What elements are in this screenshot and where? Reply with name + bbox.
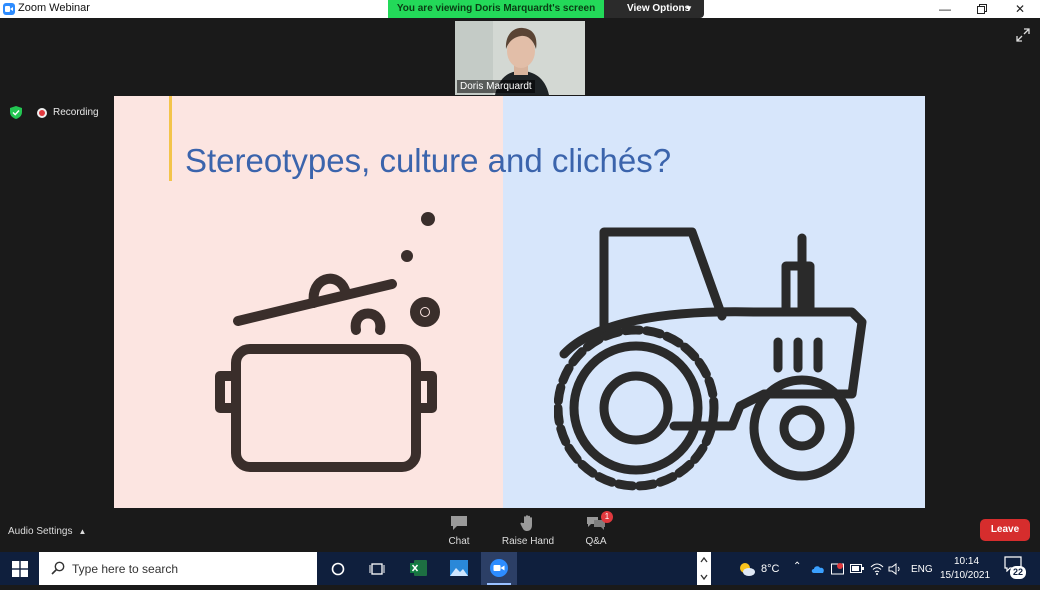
- battery-icon[interactable]: [850, 564, 864, 573]
- raise-hand-icon: [520, 515, 532, 531]
- view-options-button[interactable]: View Options ▼: [604, 0, 704, 18]
- shared-screen-slide: Stereotypes, culture and clichés?: [114, 96, 925, 508]
- recording-indicator-icon: [37, 108, 47, 118]
- chevron-up-icon: ▲: [78, 527, 87, 536]
- recording-label: Recording: [53, 107, 99, 118]
- qa-button[interactable]: Q&A 1: [566, 511, 626, 550]
- photos-icon: [450, 560, 468, 576]
- search-placeholder: Type here to search: [72, 562, 179, 576]
- chevron-up-icon[interactable]: ⌃: [793, 561, 801, 572]
- volume-icon[interactable]: [888, 563, 902, 575]
- chat-icon: [451, 516, 467, 530]
- weather-icon[interactable]: [738, 561, 756, 577]
- onedrive-cloud-icon[interactable]: [811, 564, 825, 574]
- close-button[interactable]: ✕: [1000, 0, 1040, 18]
- excel-taskbar-button[interactable]: [401, 552, 437, 585]
- search-icon: [51, 561, 65, 575]
- speaker-video-thumbnail[interactable]: Doris Marquardt: [455, 21, 585, 95]
- zoom-logo-icon: [3, 3, 15, 15]
- window-title: Zoom Webinar: [18, 2, 90, 14]
- audio-settings-button[interactable]: Audio Settings ▲: [8, 526, 86, 537]
- start-button[interactable]: [0, 552, 39, 585]
- view-options-label: View Options: [627, 3, 691, 14]
- chat-label: Chat: [448, 536, 470, 547]
- slide-title: Stereotypes, culture and clichés?: [185, 142, 672, 179]
- wifi-icon[interactable]: [870, 563, 884, 575]
- excel-icon: [410, 560, 427, 576]
- cooking-pot-icon: [215, 212, 440, 472]
- raise-hand-button[interactable]: Raise Hand: [498, 514, 558, 550]
- slide-accent-bar: [169, 96, 172, 181]
- window-titlebar: Zoom Webinar You are viewing Doris Marqu…: [0, 0, 1040, 18]
- taskbar-search-box[interactable]: Type here to search: [39, 552, 317, 585]
- meeting-controls-toolbar: Audio Settings ▲ Chat Raise Hand Q&A 1 Le…: [0, 510, 1040, 552]
- clock-date[interactable]: 15/10/2021: [940, 570, 990, 581]
- chat-button[interactable]: Chat: [429, 514, 489, 550]
- restore-button[interactable]: [962, 0, 1002, 18]
- taskbar-scroll-control[interactable]: [697, 552, 711, 585]
- tractor-icon: [554, 227, 867, 491]
- leave-button[interactable]: Leave: [980, 519, 1030, 541]
- photos-taskbar-button[interactable]: [441, 552, 477, 585]
- qa-label: Q&A: [585, 536, 607, 547]
- qa-notification-badge: 1: [601, 511, 613, 523]
- task-view-icon: [369, 563, 385, 575]
- zoom-taskbar-button[interactable]: [481, 552, 517, 585]
- windows-logo-icon: [12, 561, 28, 577]
- input-language[interactable]: ENG: [911, 564, 933, 575]
- cortana-icon: [331, 562, 345, 576]
- task-view-button[interactable]: [359, 552, 395, 585]
- weather-temperature[interactable]: 8°C: [761, 563, 779, 575]
- security-shield-icon: [10, 106, 22, 119]
- raise-hand-label: Raise Hand: [501, 536, 555, 547]
- minimize-button[interactable]: —: [925, 0, 965, 18]
- security-center-icon[interactable]: [831, 562, 844, 575]
- fullscreen-icon[interactable]: [1016, 28, 1030, 42]
- audio-settings-label: Audio Settings: [8, 526, 73, 537]
- zoom-app-icon: [490, 559, 508, 577]
- clock-time[interactable]: 10:14: [954, 556, 979, 567]
- cortana-button[interactable]: [320, 552, 356, 585]
- windows-taskbar: Type here to search 8°C ⌃ ENG 10:14 15/1…: [0, 552, 1040, 585]
- viewing-screen-banner: You are viewing Doris Marquardt's screen: [388, 0, 604, 18]
- speaker-name-label: Doris Marquardt: [457, 80, 535, 93]
- restore-icon: [977, 4, 987, 14]
- notification-count-badge: 22: [1010, 566, 1026, 579]
- chevron-down-icon: ▼: [685, 4, 693, 13]
- scroll-arrows-icon: [700, 556, 708, 581]
